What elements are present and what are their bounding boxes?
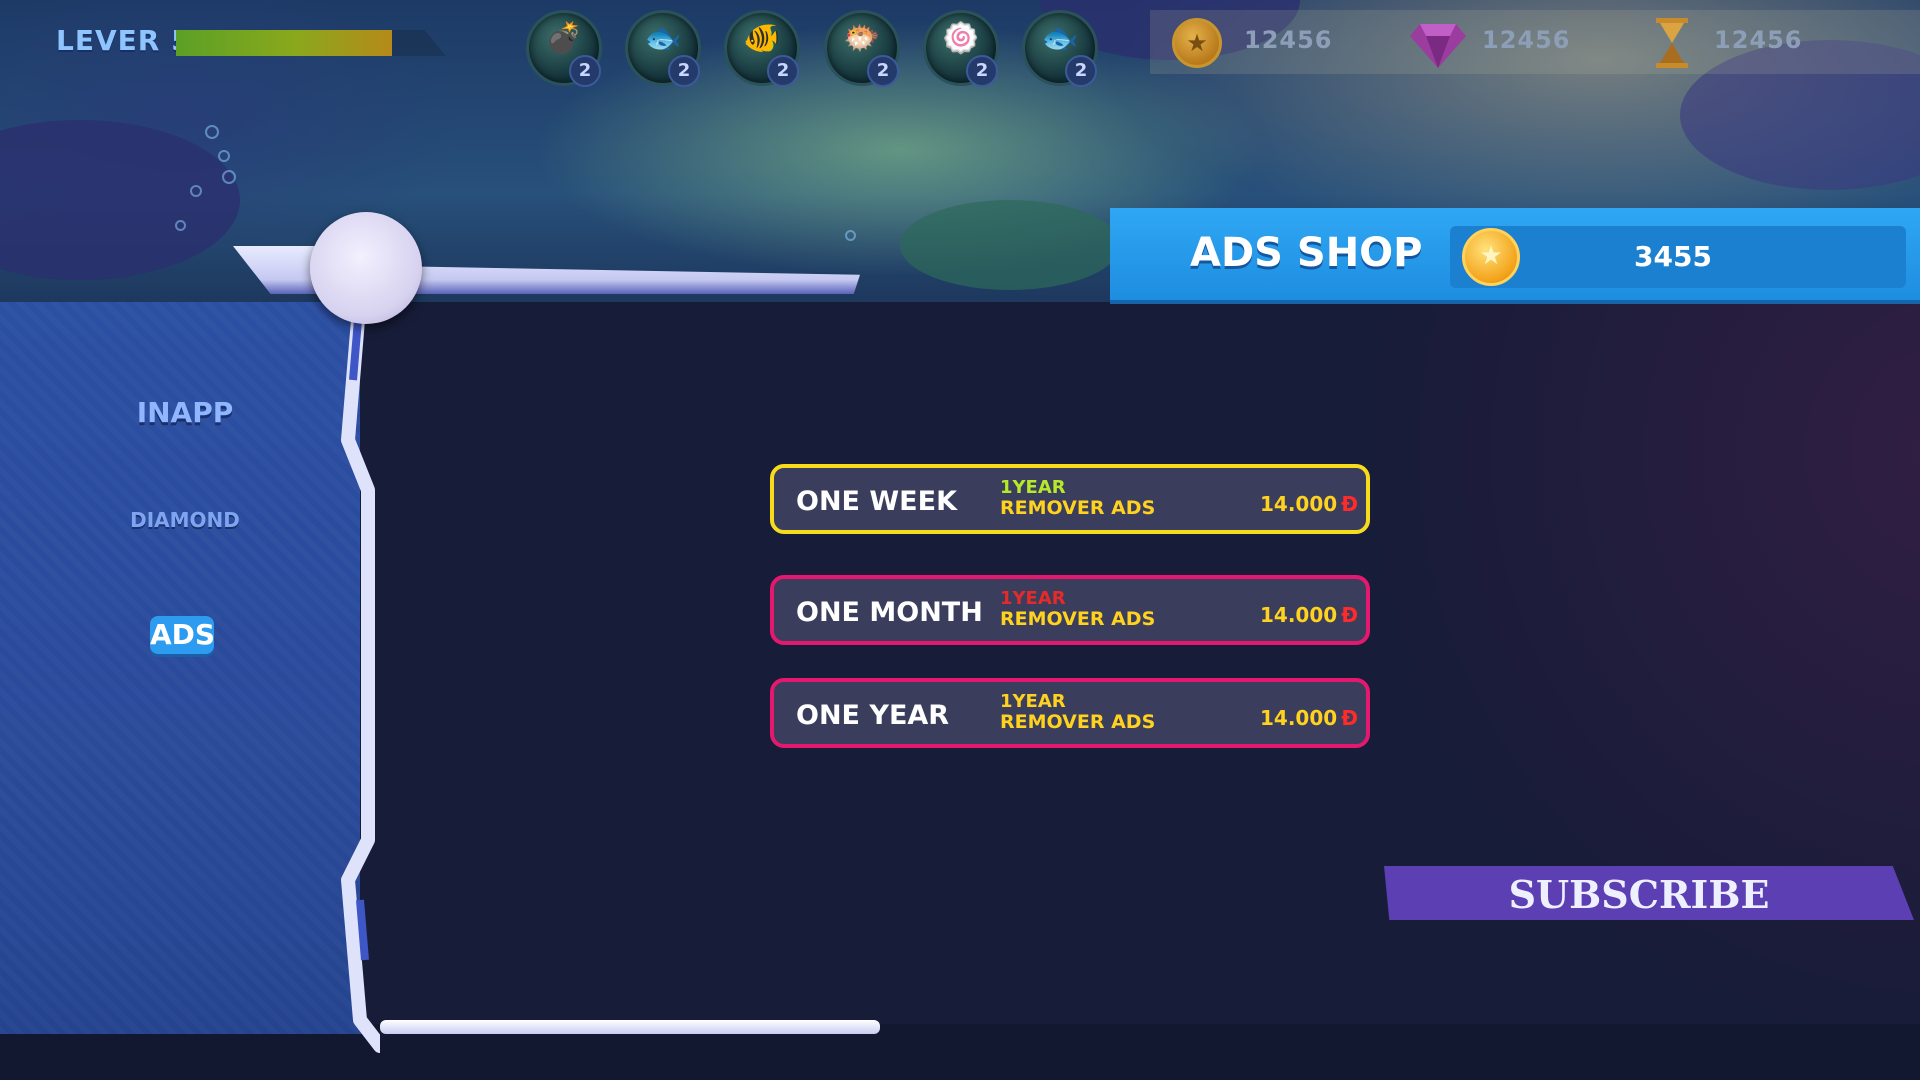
currency-symbol: Đ (1341, 706, 1358, 730)
gem-icon (1410, 18, 1466, 68)
tab-diamond[interactable]: DIAMOND (0, 508, 370, 532)
offer-name: ONE MONTH (796, 597, 983, 628)
booster-clownfish-icon[interactable]: 🐠 2 (724, 10, 800, 87)
xp-progress-bar (176, 30, 446, 56)
booster-count: 2 (1065, 55, 1097, 87)
coin-icon: ★ (1462, 228, 1520, 286)
booster-fish-x2-icon[interactable]: 🐟 2 (1022, 10, 1098, 87)
time-value: 12456 (1714, 26, 1803, 54)
offer-one-year[interactable]: ONE YEAR 1YEAR REMOVER ADS 14.000 Đ (770, 678, 1370, 748)
clownfish-icon: 🐠 (743, 21, 781, 56)
bubble (222, 170, 236, 184)
bubble (190, 185, 202, 197)
booster-fish-x2-icon[interactable]: 🐟 2 (625, 10, 701, 87)
booster-bomb-icon[interactable]: 💣 2 (526, 10, 602, 87)
coral-rock (900, 200, 1120, 290)
coin-value: 12456 (1244, 26, 1333, 54)
offer-price: 14.000 Đ (1260, 706, 1358, 730)
fish-x2-icon: 🐟 (644, 21, 682, 56)
booster-count: 2 (966, 55, 998, 87)
panel-frame-bottom-arm (380, 1020, 880, 1034)
currency-symbol: Đ (1341, 603, 1358, 627)
booster-count: 2 (867, 55, 899, 87)
coral-rock (0, 120, 240, 280)
gem-value: 12456 (1482, 26, 1571, 54)
hourglass-icon (1652, 18, 1702, 68)
offer-name: ONE YEAR (796, 700, 950, 731)
red-fish-icon: 🐡 (843, 21, 881, 56)
offer-description: REMOVER ADS (1000, 608, 1156, 630)
swirl-candy-icon: 🍥 (942, 21, 980, 56)
shop-title: ADS SHOP (1190, 230, 1423, 276)
coin-icon: ★ (1172, 18, 1222, 68)
tab-ads[interactable]: ADS (150, 616, 215, 654)
fish-x2-icon: 🐟 (1041, 21, 1079, 56)
offer-one-month[interactable]: ONE MONTH 1YEAR REMOVER ADS 14.000 Đ (770, 575, 1370, 645)
offer-price: 14.000 Đ (1260, 492, 1358, 516)
offer-name: ONE WEEK (796, 486, 957, 517)
booster-red-fish-icon[interactable]: 🐡 2 (824, 10, 900, 87)
bubble (218, 150, 230, 162)
xp-progress-fill (176, 30, 392, 56)
bubble (175, 220, 186, 231)
bomb-icon: 💣 (545, 21, 583, 56)
currency-symbol: Đ (1341, 492, 1358, 516)
offer-duration: 1YEAR (1000, 588, 1066, 609)
subscribe-label: SUBSCRIBE (1508, 872, 1770, 917)
booster-count: 2 (569, 55, 601, 87)
offer-price: 14.000 Đ (1260, 603, 1358, 627)
offer-description: REMOVER ADS (1000, 711, 1156, 733)
offer-duration: 1YEAR (1000, 477, 1066, 498)
panel-frame-rail (341, 313, 380, 1053)
bubble (845, 230, 856, 241)
booster-swirl-candy-icon[interactable]: 🍥 2 (923, 10, 999, 87)
subscribe-button[interactable]: SUBSCRIBE (1384, 866, 1914, 920)
offer-one-week[interactable]: ONE WEEK 1YEAR REMOVER ADS 14.000 Đ (770, 464, 1370, 534)
booster-count: 2 (668, 55, 700, 87)
panel-frame-knob (310, 212, 422, 324)
offer-duration: 1YEAR (1000, 691, 1066, 712)
offer-description: REMOVER ADS (1000, 497, 1156, 519)
shop-balance-value: 3455 (1634, 240, 1712, 273)
bubble (205, 125, 219, 139)
tab-inapp[interactable]: INAPP (0, 396, 370, 429)
booster-count: 2 (767, 55, 799, 87)
level-label: LEVER 5 (56, 24, 192, 57)
